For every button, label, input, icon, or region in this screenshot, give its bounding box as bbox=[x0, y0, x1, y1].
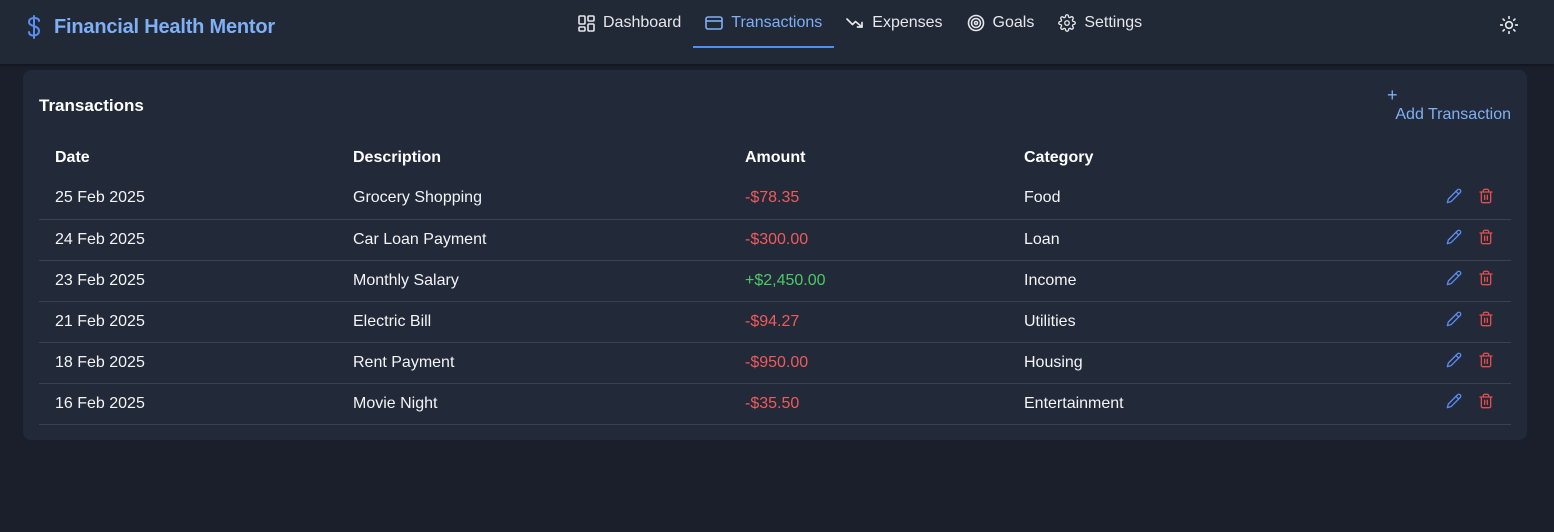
top-navbar: Financial Health Mentor Dashboard Transa… bbox=[0, 0, 1554, 64]
table-row: 21 Feb 2025 Electric Bill -$94.27 Utilit… bbox=[39, 301, 1511, 343]
table-row: 18 Feb 2025 Rent Payment -$950.00 Housin… bbox=[39, 342, 1511, 384]
tab-label: Expenses bbox=[872, 14, 943, 31]
card-title: Transactions bbox=[39, 96, 144, 115]
cell-actions bbox=[1308, 219, 1511, 261]
column-header-category: Category bbox=[1024, 149, 1094, 166]
table-header-row: Date Description Amount Category bbox=[39, 138, 1511, 178]
cell-actions bbox=[1308, 301, 1511, 343]
add-transaction-label: Add Transaction bbox=[1395, 106, 1511, 123]
cell-date: 16 Feb 2025 bbox=[39, 383, 337, 425]
cell-date: 23 Feb 2025 bbox=[39, 260, 337, 302]
edit-pencil-icon bbox=[1446, 393, 1462, 414]
dollar-sign-icon bbox=[24, 14, 44, 40]
edit-pencil-icon bbox=[1446, 188, 1462, 209]
cell-description: Car Loan Payment bbox=[337, 219, 729, 261]
tab-settings[interactable]: Settings bbox=[1046, 0, 1154, 48]
tab-label: Transactions bbox=[731, 14, 823, 31]
cell-description: Monthly Salary bbox=[337, 260, 729, 302]
column-header-description: Description bbox=[353, 149, 442, 166]
app-title: Financial Health Mentor bbox=[54, 15, 275, 38]
cell-amount: +$2,450.00 bbox=[729, 260, 1008, 302]
delete-button[interactable] bbox=[1477, 393, 1495, 414]
edit-button[interactable] bbox=[1445, 393, 1463, 414]
target-icon bbox=[967, 14, 985, 32]
tab-expenses[interactable]: Expenses bbox=[834, 0, 954, 48]
cell-category: Utilities bbox=[1008, 301, 1308, 343]
cell-amount: -$94.27 bbox=[729, 301, 1008, 343]
edit-button[interactable] bbox=[1445, 311, 1463, 332]
cell-amount: -$300.00 bbox=[729, 219, 1008, 261]
edit-pencil-icon bbox=[1446, 229, 1462, 250]
delete-button[interactable] bbox=[1477, 311, 1495, 332]
delete-button[interactable] bbox=[1477, 352, 1495, 373]
cell-description: Grocery Shopping bbox=[337, 178, 729, 220]
transactions-card: Transactions + Add Transaction Date Desc… bbox=[23, 70, 1527, 440]
cell-description: Rent Payment bbox=[337, 342, 729, 384]
cell-category: Income bbox=[1008, 260, 1308, 302]
tab-transactions[interactable]: Transactions bbox=[693, 0, 835, 48]
cell-description: Movie Night bbox=[337, 383, 729, 425]
cell-date: 21 Feb 2025 bbox=[39, 301, 337, 343]
trash-icon bbox=[1478, 352, 1494, 373]
main-nav: Dashboard Transactions Expenses Goals Se… bbox=[565, 0, 1154, 48]
cell-actions bbox=[1308, 383, 1511, 425]
cell-actions bbox=[1308, 178, 1511, 220]
dashboard-grid-icon bbox=[577, 14, 595, 32]
cell-category: Housing bbox=[1008, 342, 1308, 384]
theme-toggle-button[interactable] bbox=[1497, 15, 1521, 39]
tab-label: Goals bbox=[992, 14, 1035, 31]
tab-dashboard[interactable]: Dashboard bbox=[565, 0, 693, 48]
edit-button[interactable] bbox=[1445, 188, 1463, 209]
column-header-date: Date bbox=[55, 149, 90, 166]
trending-down-icon bbox=[846, 14, 864, 32]
edit-button[interactable] bbox=[1445, 229, 1463, 250]
cell-amount: -$950.00 bbox=[729, 342, 1008, 384]
trash-icon bbox=[1478, 311, 1494, 332]
tab-goals[interactable]: Goals bbox=[955, 0, 1047, 48]
transactions-table: Date Description Amount Category 25 Feb … bbox=[39, 138, 1511, 425]
table-row: 24 Feb 2025 Car Loan Payment -$300.00 Lo… bbox=[39, 219, 1511, 261]
plus-icon: + bbox=[1387, 85, 1398, 105]
add-transaction-button[interactable]: + Add Transaction bbox=[1381, 86, 1511, 126]
trash-icon bbox=[1478, 229, 1494, 250]
cell-category: Loan bbox=[1008, 219, 1308, 261]
delete-button[interactable] bbox=[1477, 229, 1495, 250]
delete-button[interactable] bbox=[1477, 188, 1495, 209]
tab-label: Dashboard bbox=[603, 14, 682, 31]
cell-amount: -$35.50 bbox=[729, 383, 1008, 425]
edit-pencil-icon bbox=[1446, 270, 1462, 291]
cell-actions bbox=[1308, 342, 1511, 384]
table-row: 23 Feb 2025 Monthly Salary +$2,450.00 In… bbox=[39, 260, 1511, 302]
trash-icon bbox=[1478, 393, 1494, 414]
cell-amount: -$78.35 bbox=[729, 178, 1008, 220]
column-header-amount: Amount bbox=[745, 149, 806, 166]
trash-icon bbox=[1478, 188, 1494, 209]
sun-icon bbox=[1499, 15, 1519, 40]
edit-pencil-icon bbox=[1446, 352, 1462, 373]
gear-icon bbox=[1058, 14, 1077, 32]
cell-date: 18 Feb 2025 bbox=[39, 342, 337, 384]
tab-label: Settings bbox=[1084, 14, 1143, 31]
cell-description: Electric Bill bbox=[337, 301, 729, 343]
table-row: 25 Feb 2025 Grocery Shopping -$78.35 Foo… bbox=[39, 178, 1511, 220]
delete-button[interactable] bbox=[1477, 270, 1495, 291]
table-row: 16 Feb 2025 Movie Night -$35.50 Entertai… bbox=[39, 383, 1511, 425]
edit-button[interactable] bbox=[1445, 270, 1463, 291]
edit-pencil-icon bbox=[1446, 311, 1462, 332]
trash-icon bbox=[1478, 270, 1494, 291]
cell-category: Food bbox=[1008, 178, 1308, 220]
cell-actions bbox=[1308, 260, 1511, 302]
brand[interactable]: Financial Health Mentor bbox=[24, 0, 275, 54]
credit-card-icon bbox=[705, 14, 724, 32]
column-header-actions bbox=[1308, 138, 1511, 178]
cell-date: 24 Feb 2025 bbox=[39, 219, 337, 261]
cell-category: Entertainment bbox=[1008, 383, 1308, 425]
cell-date: 25 Feb 2025 bbox=[39, 178, 337, 220]
edit-button[interactable] bbox=[1445, 352, 1463, 373]
